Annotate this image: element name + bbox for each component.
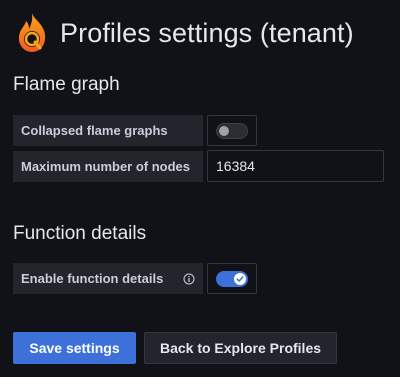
check-icon: [236, 275, 244, 282]
enable-function-details-label-text: Enable function details: [21, 271, 164, 286]
maximum-nodes-label-text: Maximum number of nodes: [21, 159, 191, 174]
pyroscope-flame-logo-icon: [18, 13, 46, 52]
maximum-nodes-input[interactable]: 16384: [207, 150, 384, 182]
collapsed-flame-graphs-toggle[interactable]: [216, 122, 248, 139]
toggle-knob: [219, 125, 229, 136]
back-to-explore-profiles-button[interactable]: Back to Explore Profiles: [144, 332, 337, 364]
collapsed-flame-graphs-label-text: Collapsed flame graphs: [21, 123, 168, 138]
page-header: Profiles settings (tenant): [14, 12, 354, 54]
function-details-section-title: Function details: [13, 223, 147, 244]
flame-graph-section-title: Flame graph: [13, 74, 120, 95]
enable-function-details-toggle[interactable]: [216, 270, 248, 287]
maximum-nodes-label: Maximum number of nodes: [13, 151, 203, 182]
page-title: Profiles settings (tenant): [60, 17, 354, 48]
enable-function-details-label: Enable function details: [13, 263, 203, 294]
save-settings-button[interactable]: Save settings: [13, 332, 136, 364]
collapsed-flame-graphs-toggle-box: [207, 115, 257, 146]
enable-function-details-toggle-box: [207, 263, 257, 294]
info-circle-icon[interactable]: [183, 273, 195, 285]
collapsed-flame-graphs-label: Collapsed flame graphs: [13, 115, 203, 146]
toggle-knob: [234, 272, 246, 285]
